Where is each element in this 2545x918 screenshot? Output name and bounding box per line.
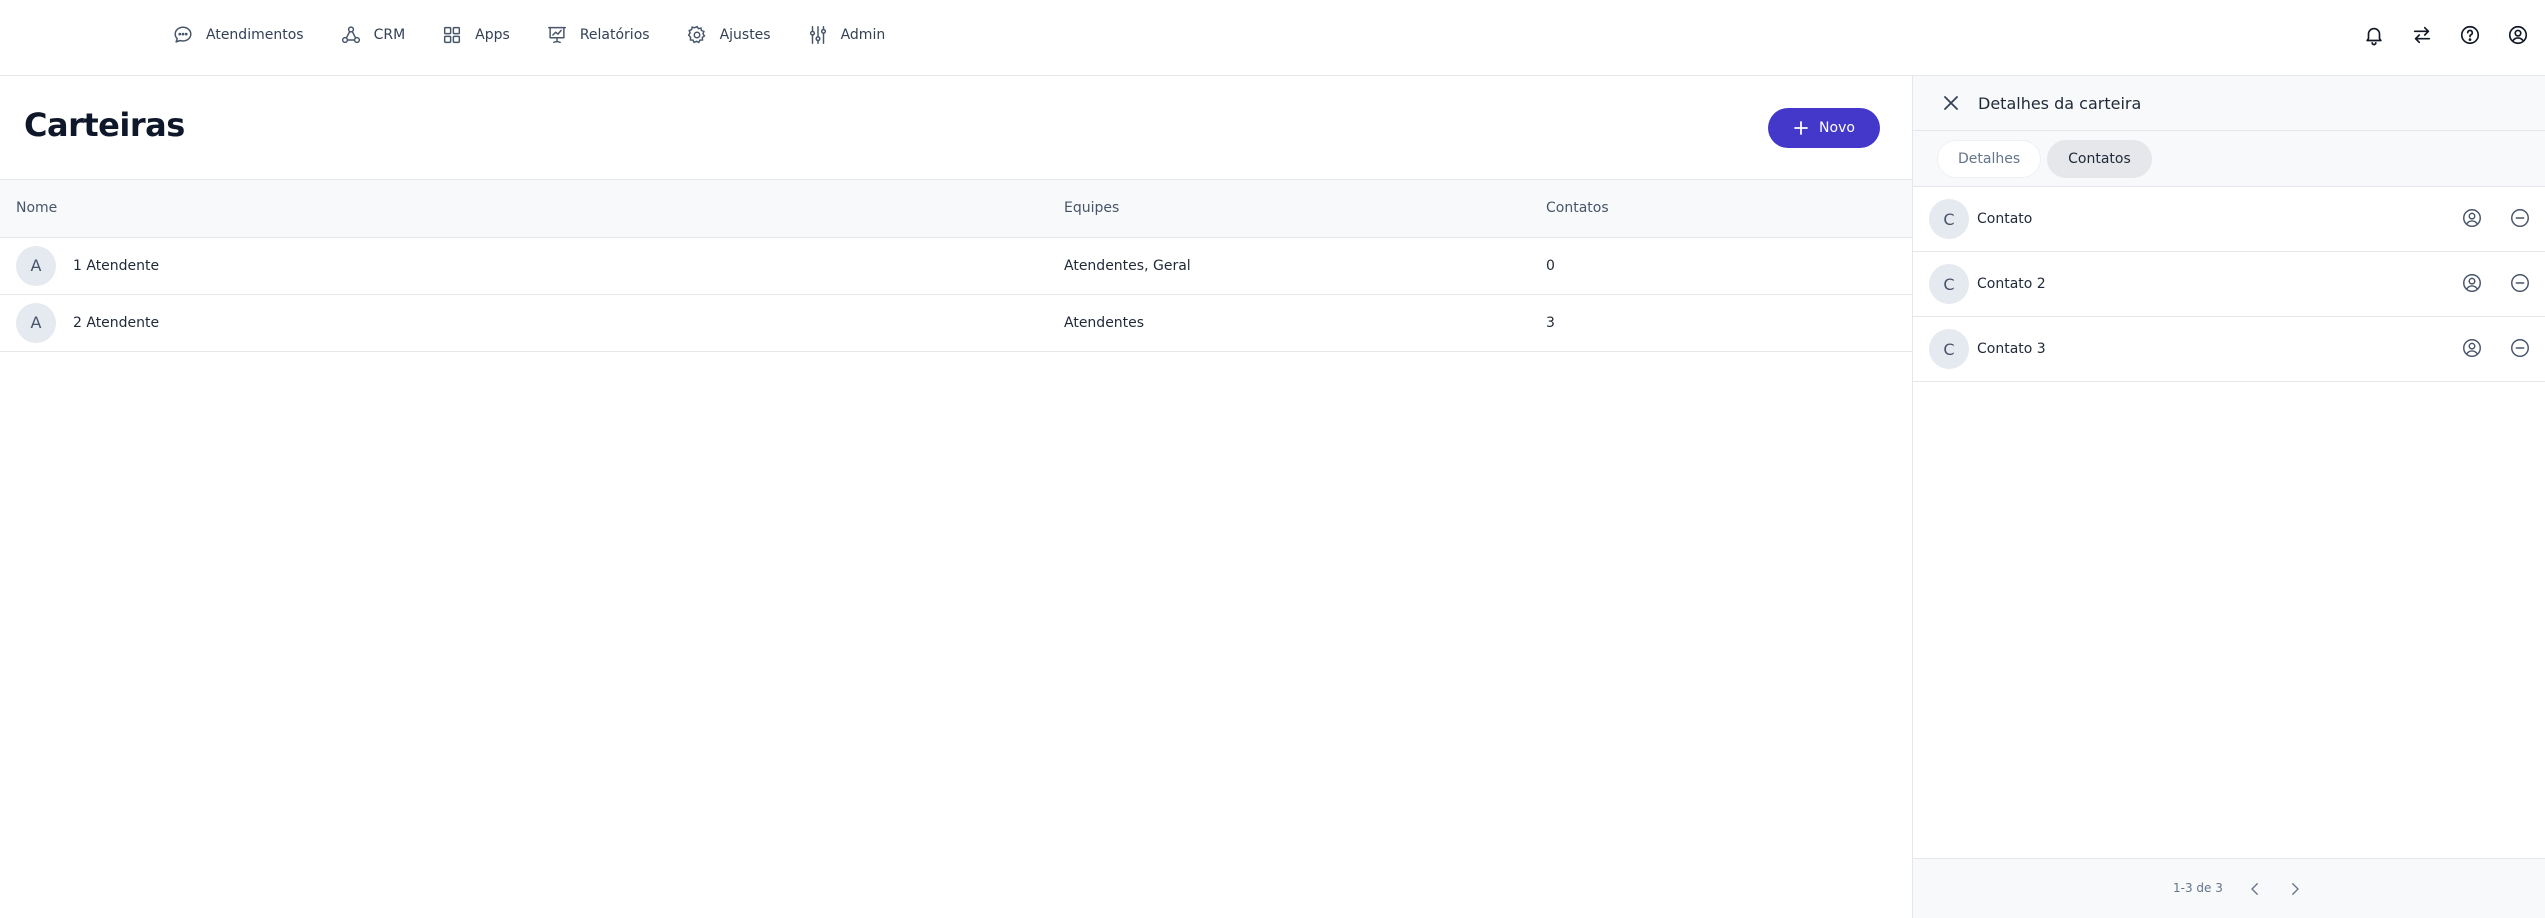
remove-contact-button[interactable]	[2509, 207, 2533, 231]
wallet-name: 1 Atendente	[73, 257, 160, 274]
top-actions	[2341, 20, 2533, 50]
profile-button[interactable]	[2503, 20, 2533, 50]
chat-bubble-icon	[172, 24, 194, 46]
minus-circle-icon	[2509, 207, 2531, 231]
pagination-text: 1-3 de 3	[2173, 881, 2223, 895]
column-header-contatos[interactable]: Contatos	[1546, 180, 1912, 237]
sliders-icon	[807, 24, 829, 46]
avatar: C	[1929, 264, 1969, 304]
user-circle-icon	[2461, 207, 2483, 231]
minus-circle-icon	[2509, 272, 2531, 296]
close-panel-button[interactable]	[1939, 91, 1963, 115]
nav-item-label: Relatórios	[579, 27, 650, 43]
pagination-bar: 1-3 de 3	[1913, 858, 2545, 918]
wallet-teams: Atendentes	[1064, 314, 1145, 331]
nav-item-label: Ajustes	[719, 27, 771, 43]
avatar: C	[1929, 199, 1969, 239]
nav-item-crm[interactable]: CRM	[336, 20, 410, 50]
next-page-button[interactable]	[2283, 877, 2307, 901]
nav-item-label: Apps	[475, 27, 510, 43]
grid-icon	[441, 24, 463, 46]
wallet-name: 2 Atendente	[73, 314, 160, 331]
wallet-contacts-count: 0	[1546, 257, 1555, 274]
panel-title: Detalhes da carteira	[1978, 94, 2142, 113]
contact-name: Contato 2	[1977, 276, 2046, 292]
switch-arrows-icon	[2411, 24, 2433, 46]
tab-detalhes[interactable]: Detalhes	[1937, 139, 2042, 178]
wallet-teams: Atendentes, Geral	[1064, 257, 1191, 274]
table-row[interactable]: A 1 Atendente Atendentes, Geral 0	[0, 237, 1912, 294]
contact-name: Contato	[1977, 211, 2033, 227]
user-circle-icon	[2461, 337, 2483, 361]
remove-contact-button[interactable]	[2509, 272, 2533, 296]
page-header: Carteiras Novo	[0, 76, 1912, 180]
avatar: A	[16, 245, 56, 286]
top-navigation-bar: Atendimentos CRM Apps Relatórios Ajustes	[0, 0, 2545, 76]
view-contact-button[interactable]	[2461, 337, 2485, 361]
nav-item-admin[interactable]: Admin	[803, 20, 890, 50]
list-item[interactable]: C Contato 3	[1913, 317, 2545, 382]
wallet-contacts-count: 3	[1546, 314, 1555, 331]
nav-item-atendimentos[interactable]: Atendimentos	[168, 20, 308, 50]
column-header-nome[interactable]: Nome	[0, 180, 1064, 237]
list-item[interactable]: C Contato	[1913, 187, 2545, 252]
plus-icon	[1793, 120, 1809, 136]
new-button[interactable]: Novo	[1768, 108, 1880, 148]
gear-icon	[686, 24, 708, 46]
chevron-right-icon	[2286, 880, 2304, 898]
new-button-label: Novo	[1819, 120, 1855, 136]
nav-item-ajustes[interactable]: Ajustes	[682, 20, 775, 50]
contact-actions	[2437, 207, 2533, 231]
previous-page-button[interactable]	[2243, 877, 2267, 901]
user-circle-icon	[2461, 272, 2483, 296]
contact-actions	[2437, 272, 2533, 296]
wallet-details-panel: Detalhes da carteira Detalhes Contatos C…	[1912, 76, 2545, 918]
nav-item-relatorios[interactable]: Relatórios	[542, 20, 654, 50]
switch-account-button[interactable]	[2407, 20, 2437, 50]
nav-item-apps[interactable]: Apps	[437, 20, 514, 50]
user-circle-icon	[2507, 24, 2529, 46]
chevron-left-icon	[2246, 880, 2264, 898]
network-icon	[340, 24, 362, 46]
help-button[interactable]	[2455, 20, 2485, 50]
nav-item-label: Admin	[840, 27, 886, 43]
main-content: Carteiras Novo Nome Equipes Contatos A 1…	[0, 76, 1912, 918]
page-title: Carteiras	[24, 106, 185, 144]
remove-contact-button[interactable]	[2509, 337, 2533, 361]
view-contact-button[interactable]	[2461, 272, 2485, 296]
contact-actions	[2437, 337, 2533, 361]
contact-name: Contato 3	[1977, 341, 2046, 357]
help-icon	[2459, 24, 2481, 46]
avatar: C	[1929, 329, 1969, 369]
presentation-chart-icon	[546, 24, 568, 46]
tab-contatos[interactable]: Contatos	[2047, 139, 2152, 178]
nav-item-label: CRM	[373, 27, 406, 43]
table-header-row: Nome Equipes Contatos	[0, 180, 1912, 237]
notifications-button[interactable]	[2359, 20, 2389, 50]
panel-header: Detalhes da carteira	[1913, 76, 2545, 131]
bell-icon	[2363, 24, 2385, 46]
view-contact-button[interactable]	[2461, 207, 2485, 231]
nav-item-label: Atendimentos	[206, 27, 304, 43]
avatar: A	[16, 302, 56, 343]
wallets-table: Nome Equipes Contatos A 1 Atendente Aten…	[0, 180, 1912, 352]
table-row[interactable]: A 2 Atendente Atendentes 3	[0, 294, 1912, 351]
list-item[interactable]: C Contato 2	[1913, 252, 2545, 317]
minus-circle-icon	[2509, 337, 2531, 361]
panel-tabs: Detalhes Contatos	[1913, 131, 2545, 187]
close-icon	[1939, 91, 1963, 115]
contacts-list: C Contato C Contato 2 C Contato 3	[1913, 187, 2545, 382]
column-header-equipes[interactable]: Equipes	[1064, 180, 1546, 237]
main-nav: Atendimentos CRM Apps Relatórios Ajustes	[168, 20, 889, 50]
